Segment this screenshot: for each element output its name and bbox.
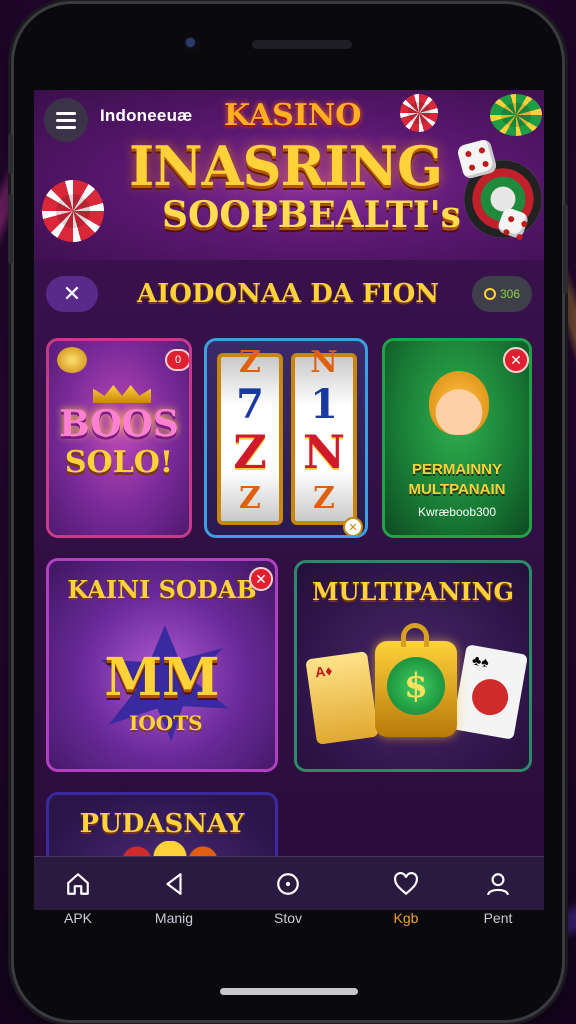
notification-badge: 0 — [165, 349, 189, 371]
game-card-caption: IOOTS — [129, 711, 203, 735]
game-card-subtitle: MULTPANAIN — [408, 481, 506, 498]
game-card-kaini-sodab[interactable]: KAINI SODAB ✕ MM IOOTS — [46, 558, 278, 772]
character-icon — [429, 371, 489, 435]
heart-icon — [394, 871, 418, 896]
hero-banner: Indoneeuæ KASINO INASRING SOOPBEALTI's — [34, 90, 544, 260]
circle-icon — [277, 873, 299, 895]
reel-symbol: Z — [233, 425, 267, 479]
reel-symbol: 1 — [310, 381, 338, 428]
reel-symbol: N — [310, 345, 338, 380]
game-card-title: KAINI SODAB — [67, 575, 257, 604]
dollar-lock-icon: $ — [375, 623, 457, 737]
playing-card-icon: A♦ — [305, 651, 379, 745]
game-card-boos-solo[interactable]: BOOS SOLO! 0 — [46, 338, 192, 538]
phone-power-button — [563, 204, 568, 294]
home-indicator[interactable] — [220, 988, 358, 995]
brand-label: Indoneeuæ — [100, 106, 193, 125]
casino-chip-icon — [400, 94, 438, 132]
banner-title: INASRING — [129, 134, 443, 198]
game-card-slot-reels[interactable]: Z 7 Z Z N 1 N Z ✕ — [204, 338, 368, 538]
game-card-title: MULTIPANING — [311, 577, 515, 606]
game-card-caption: Kwræboob300 — [417, 505, 497, 519]
playing-card-icon: ♣♠ — [452, 644, 528, 740]
nav-label-stov[interactable]: Stov — [248, 910, 328, 926]
reel-symbol: Z — [313, 481, 335, 516]
nav-label-manig[interactable]: Manig — [134, 910, 214, 926]
close-icon[interactable]: ✕ — [343, 517, 363, 535]
reel-symbol: N — [302, 425, 346, 479]
game-card-title: PERMAINNY — [411, 461, 502, 478]
coin-count: 306 — [499, 287, 521, 301]
nav-item-manig[interactable] — [134, 857, 214, 910]
nav-item-stov[interactable] — [248, 857, 328, 910]
phone-volume-button — [8, 194, 13, 264]
game-card-title: PUDASNAY — [79, 809, 245, 839]
slot-reel-left: Z 7 Z Z — [217, 345, 283, 525]
game-card-multipaning[interactable]: MULTIPANING A♦ ♣♠ $ — [294, 560, 532, 772]
nav-item-apk[interactable] — [38, 857, 118, 910]
home-icon — [67, 873, 89, 895]
coin-icon — [483, 288, 496, 300]
menu-button[interactable] — [44, 98, 88, 142]
section-title: AIODONAA DA FION — [136, 279, 440, 309]
close-icon[interactable]: ✕ — [249, 567, 273, 591]
banner-subtitle: SOOPBEALTI's — [162, 194, 461, 236]
front-camera — [184, 36, 200, 52]
coin-balance-pill[interactable]: 306 — [472, 276, 532, 312]
crown-icon — [93, 385, 151, 403]
nav-item-kgb[interactable] — [366, 857, 446, 910]
casino-chip-icon — [490, 94, 542, 136]
hamburger-icon — [56, 110, 76, 131]
app-screen: Indoneeuæ KASINO INASRING SOOPBEALTI's ✕… — [34, 90, 544, 910]
game-card-logo-text: MM — [104, 647, 220, 708]
close-icon[interactable]: ✕ — [503, 347, 529, 373]
close-icon: ✕ — [62, 281, 82, 306]
phone-side-button — [8, 134, 13, 174]
nav-label-apk[interactable]: APK — [38, 910, 118, 926]
bottom-navigation — [34, 856, 544, 910]
nav-item-pent[interactable] — [458, 857, 538, 910]
reel-symbol: 7 — [236, 381, 264, 428]
nav-label-kgb[interactable]: Kgb — [366, 910, 446, 926]
casino-chip-icon — [42, 180, 104, 242]
bottom-nav-labels: APK Manig Stov Kgb Pent — [34, 910, 544, 934]
game-card-title: BOOS — [59, 403, 179, 445]
coin-icon — [57, 347, 87, 373]
back-icon — [166, 873, 182, 895]
person-icon — [487, 873, 509, 896]
speaker-grille — [252, 40, 352, 49]
nav-label-pent[interactable]: Pent — [458, 910, 538, 926]
banner-kasino-label: KASINO — [224, 98, 362, 133]
slot-reel-right: N 1 N Z — [291, 345, 357, 525]
close-button[interactable]: ✕ — [46, 276, 98, 312]
reel-symbol: Z — [239, 481, 261, 516]
game-card-permainny[interactable]: ✕ PERMAINNY MULTPANAIN Kwræboob300 — [382, 338, 532, 538]
game-card-subtitle: SOLO! — [64, 445, 174, 480]
reel-symbol: Z — [239, 345, 261, 380]
